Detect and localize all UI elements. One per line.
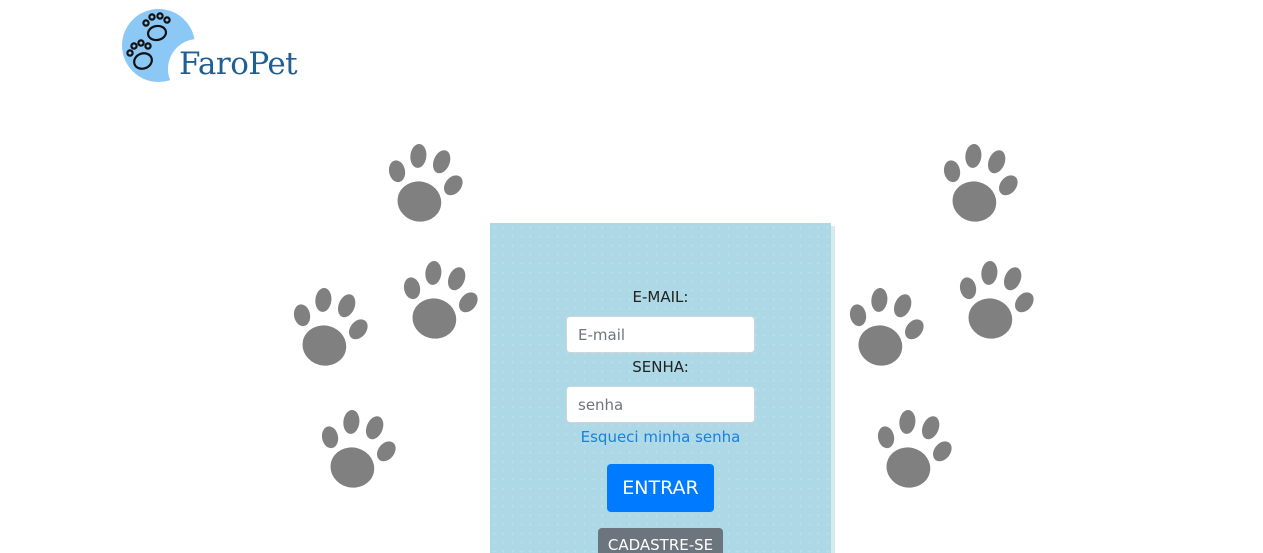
paw-print-icon [389, 253, 487, 356]
paw-print-icon [863, 402, 961, 505]
password-label: SENHA: [632, 358, 689, 376]
login-button[interactable]: ENTRAR [607, 464, 714, 512]
login-page: FaroPet E-MAIL: SENHA: Esqueci minha sen… [0, 0, 1263, 553]
faropet-logo[interactable]: FaroPet [122, 9, 302, 99]
email-input[interactable] [566, 316, 755, 353]
paw-print-icon [279, 280, 377, 383]
email-label: E-MAIL: [632, 288, 689, 306]
register-button[interactable]: CADASTRE-SE [598, 528, 723, 553]
paw-print-icon [929, 136, 1027, 239]
paw-print-icon [374, 136, 472, 239]
login-form: E-MAIL: SENHA: Esqueci minha senha ENTRA… [490, 223, 831, 553]
paw-print-icon [835, 280, 933, 383]
password-input[interactable] [566, 386, 755, 423]
brand-name: FaroPet [179, 46, 298, 82]
paw-print-icon [307, 402, 405, 505]
paw-print-icon [945, 253, 1043, 356]
forgot-password-link[interactable]: Esqueci minha senha [490, 428, 831, 446]
